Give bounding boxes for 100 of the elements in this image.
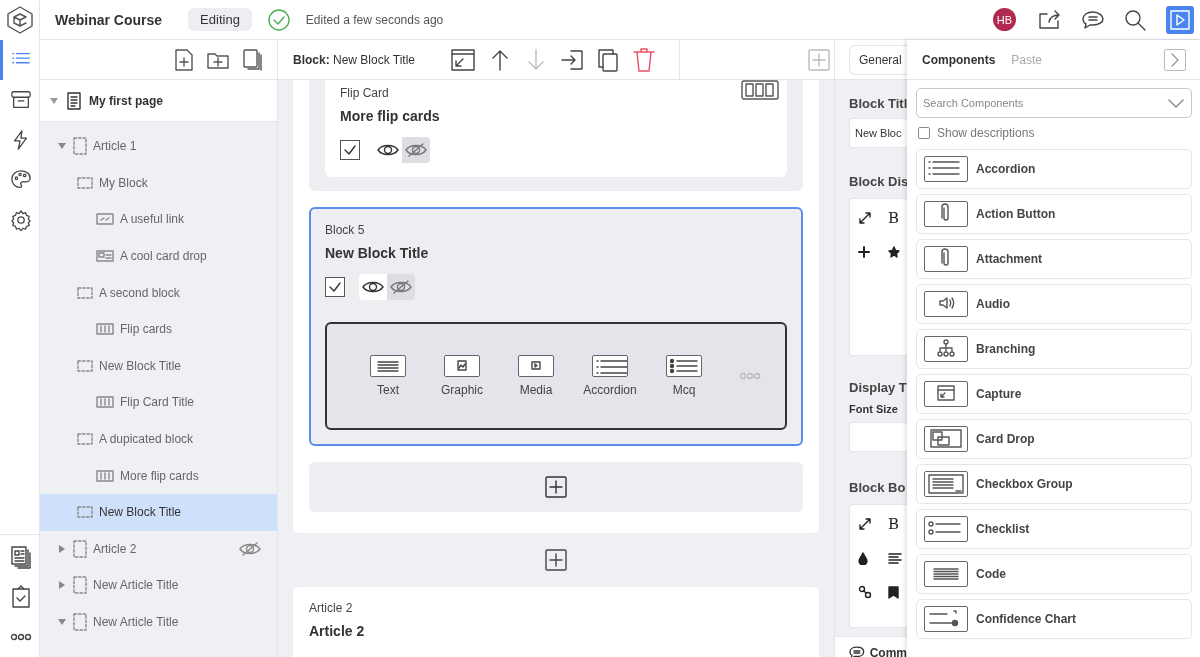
resize-window-icon <box>451 48 476 71</box>
tree-item[interactable]: Flip Card Title <box>40 384 277 421</box>
component-item[interactable]: Checklist <box>916 509 1192 549</box>
mcq-icon <box>666 355 702 377</box>
component-option[interactable]: Media <box>501 355 571 397</box>
checkboxgroup-icon <box>924 471 968 497</box>
collapse-button[interactable] <box>1164 48 1186 71</box>
tree-item[interactable]: A second block <box>40 274 277 311</box>
component-option[interactable]: Graphic <box>427 355 497 397</box>
tree-item[interactable]: Article 1 <box>40 128 277 165</box>
preview-button[interactable] <box>1166 5 1194 34</box>
media-icon <box>518 355 554 377</box>
tree-item[interactable]: New Block Title <box>40 493 277 531</box>
hidden-eye-icon <box>405 143 427 157</box>
block-type-label: Block 5 <box>325 223 365 237</box>
block-card[interactable]: Flip Card More flip cards <box>309 80 803 191</box>
visibility-toggle[interactable] <box>374 137 430 163</box>
tree-item[interactable]: A cool card drop <box>40 237 277 275</box>
eye-icon <box>362 280 384 294</box>
search-icon <box>1124 8 1146 31</box>
user-avatar[interactable]: HB <box>993 8 1016 31</box>
copy-icon <box>597 47 620 72</box>
comments-button[interactable] <box>1082 9 1104 30</box>
archive-box-icon <box>10 89 32 111</box>
descriptions-checkbox[interactable]: Show descriptions <box>918 126 1200 140</box>
play-icon <box>1170 9 1190 30</box>
tree-item[interactable]: Flip cards <box>40 310 277 348</box>
dashed-box-icon <box>77 433 93 446</box>
component-item[interactable]: Capture <box>916 374 1192 414</box>
comments-bar[interactable]: Comm <box>835 636 907 657</box>
checkbox[interactable] <box>325 277 345 297</box>
checklist-icon <box>924 516 968 542</box>
component-item[interactable]: Audio <box>916 284 1192 324</box>
search-field[interactable]: Search Components <box>916 88 1192 118</box>
tree-item[interactable]: New Article Title <box>40 603 277 641</box>
dashed-box-icon <box>73 539 87 558</box>
copy-button[interactable] <box>243 48 263 71</box>
breadcrumb: Block: New Block Title <box>293 52 416 67</box>
expand-icon <box>858 517 872 531</box>
save-status: Edited a few seconds ago <box>305 12 444 27</box>
block-title: More flip cards <box>340 108 441 124</box>
page-plus-icon <box>175 48 193 71</box>
share-button[interactable] <box>1038 9 1062 30</box>
move-into-button[interactable] <box>561 48 584 71</box>
tree-item[interactable]: New Block Title <box>40 347 277 385</box>
branching-icon <box>924 336 968 362</box>
capture-button[interactable] <box>451 48 476 71</box>
clip-icon <box>924 246 968 272</box>
tree-item[interactable]: Article 2 <box>40 530 277 568</box>
link-icon <box>858 585 872 599</box>
tree-item[interactable]: New Article Title <box>40 567 277 604</box>
duplicate-button[interactable] <box>597 47 620 72</box>
block-card[interactable]: Block 5 New Block Title Text Graphic Media Accordion Mcq <box>309 207 803 446</box>
panel-tab[interactable]: Components <box>922 52 996 67</box>
checkbox[interactable] <box>340 140 360 160</box>
folder-plus-icon <box>207 50 229 69</box>
tree-item[interactable]: A dupicated block <box>40 420 277 458</box>
component-item[interactable]: Confidence Chart <box>916 599 1192 639</box>
ellipsis-icon <box>10 633 32 641</box>
block-type-label: Flip Card <box>340 86 389 100</box>
dashed-box-icon <box>73 576 87 595</box>
new-folder-button[interactable] <box>207 50 229 69</box>
font-size-input[interactable] <box>849 422 907 452</box>
component-item[interactable]: Attachment <box>916 239 1192 279</box>
visibility-toggle[interactable] <box>359 274 415 300</box>
tree-item[interactable]: My Block <box>40 164 277 202</box>
add-icon <box>545 549 567 571</box>
rich-text-editor[interactable]: B <box>849 198 907 356</box>
bold-button[interactable]: B <box>888 209 907 227</box>
star-icon <box>888 246 900 258</box>
page-tree-item[interactable]: My first page <box>40 80 277 122</box>
text-icon <box>370 355 406 377</box>
chevron-down-icon <box>1168 99 1184 108</box>
dashed-box-icon <box>73 137 87 156</box>
component-item[interactable]: Code <box>916 554 1192 594</box>
component-item[interactable]: Branching <box>916 329 1192 369</box>
article-type-label: Article 2 <box>309 601 353 615</box>
tree-item[interactable]: A useful link <box>40 201 277 238</box>
tree-item[interactable]: More flip cards <box>40 457 277 494</box>
trash-icon <box>633 47 656 72</box>
bold-button[interactable]: B <box>888 515 907 533</box>
delete-button[interactable] <box>633 47 656 72</box>
title-input[interactable]: New Bloc <box>849 118 907 148</box>
new-page-button[interactable] <box>175 48 193 71</box>
article-title: Article 2 <box>309 623 366 639</box>
speech-bubble-icon <box>1082 9 1104 30</box>
component-item[interactable]: Card Drop <box>916 419 1192 459</box>
component-option[interactable]: Mcq <box>649 355 719 397</box>
settings-icon <box>10 209 32 231</box>
section-heading: Block Dis <box>849 174 907 189</box>
search-button[interactable] <box>1124 8 1146 31</box>
mode-badge: Editing <box>188 8 252 31</box>
add-block-button[interactable] <box>545 549 567 571</box>
component-option[interactable]: Accordion <box>575 355 645 397</box>
component-item[interactable]: Checkbox Group <box>916 464 1192 504</box>
component-item[interactable]: Action Button <box>916 194 1192 234</box>
general-tab[interactable]: General <box>849 44 907 75</box>
component-item[interactable]: Accordion <box>916 149 1192 189</box>
rich-text-editor[interactable]: B <box>849 504 907 628</box>
component-option[interactable]: Text <box>353 355 423 397</box>
